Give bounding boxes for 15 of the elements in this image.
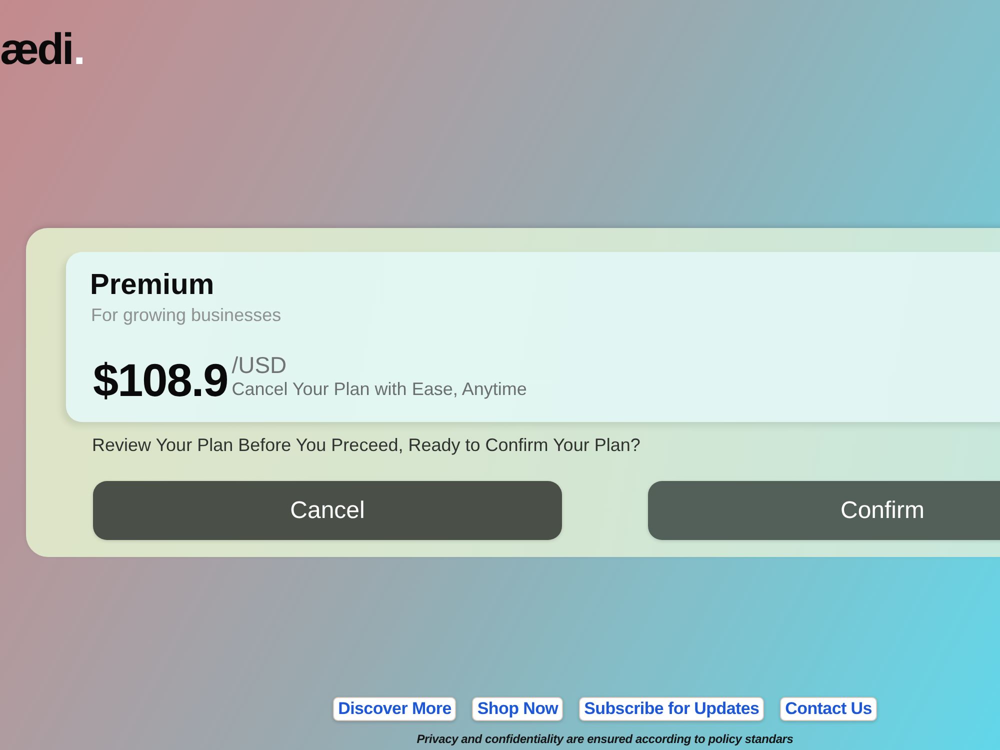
cancel-button[interactable]: Cancel <box>93 481 562 540</box>
price-currency: /USD <box>232 352 288 378</box>
plan-tagline: For growing businesses <box>91 304 282 326</box>
footer-link[interactable]: Discover More <box>333 697 456 721</box>
privacy-notice: Privacy and confidentiality are ensured according to policy standars <box>416 732 794 746</box>
footer-link[interactable]: Subscribe for Updates <box>579 697 764 721</box>
plan-price: $108.9 <box>93 355 228 405</box>
cancel-note: Cancel Your Plan with Ease, Anytime <box>232 378 527 400</box>
confirm-button[interactable]: Confirm <box>648 481 1000 540</box>
plan-name: Premium <box>90 268 216 302</box>
logo-dot: . <box>73 26 86 74</box>
footer-link[interactable]: Shop Now <box>472 697 564 721</box>
confirm-prompt: Review Your Plan Before You Preceed, Ready to Confirm Your Plan? <box>92 434 642 456</box>
footer-link[interactable]: Contact Us <box>780 697 877 721</box>
logo-text: ædi <box>0 26 72 74</box>
